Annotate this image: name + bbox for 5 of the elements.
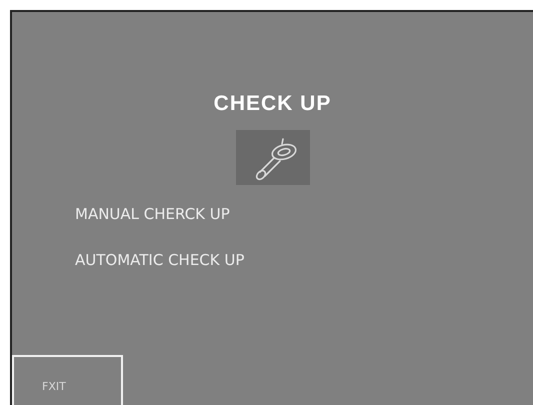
screen-title: CHECK UP — [212, 92, 332, 116]
menu-item[interactable]: MANUAL CHERCK UP — [75, 205, 533, 223]
wrench-icon — [236, 130, 310, 185]
exit-button[interactable]: FXIT — [12, 355, 123, 405]
menu-item[interactable]: AUTOMATIC CHECK UP — [75, 251, 533, 269]
